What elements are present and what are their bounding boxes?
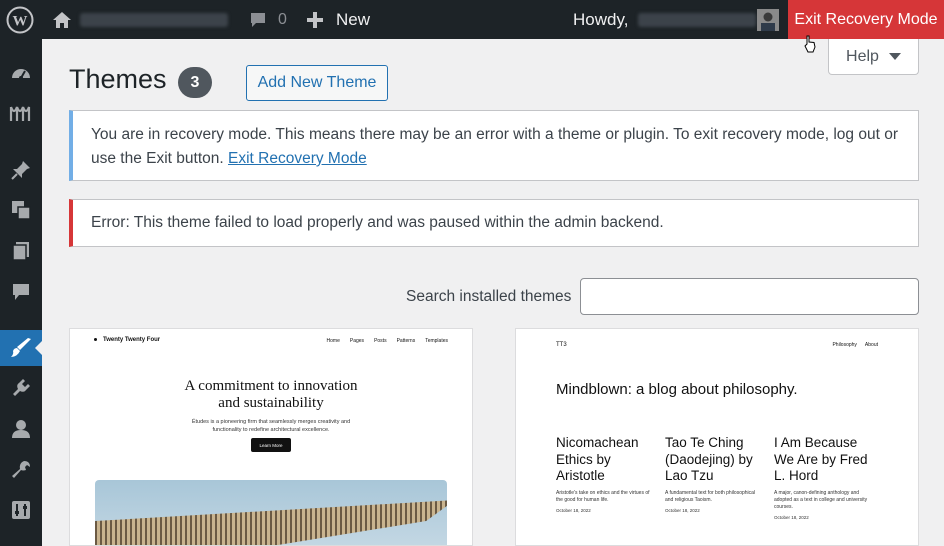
- users-icon[interactable]: [0, 411, 42, 447]
- theme-preview-posts: Nicomachean Ethics by Aristotle Aristotl…: [556, 435, 871, 520]
- comments-icon[interactable]: [0, 274, 42, 310]
- theme-preview-nav: Home Pages Posts Patterns Templates: [327, 338, 448, 344]
- new-label: New: [336, 9, 371, 29]
- posts-pin-icon[interactable]: [0, 152, 42, 188]
- nav-item: Patterns: [396, 338, 416, 344]
- theme-preview-nav: Philosophy About: [832, 342, 878, 348]
- search-themes-input[interactable]: [580, 278, 919, 315]
- theme-preview-image: [95, 480, 447, 545]
- post-excerpt: A major, canon-defining anthology and ad…: [774, 489, 868, 510]
- theme-preview-headline: Mindblown: a blog about philosophy.: [556, 381, 798, 398]
- nav-item: Templates: [425, 338, 448, 344]
- triangle-down-icon: [888, 53, 901, 60]
- theme-count-badge: 3: [178, 67, 212, 98]
- comments-count: 0: [278, 10, 287, 28]
- svg-text:W: W: [13, 13, 28, 29]
- add-new-theme-button[interactable]: Add New Theme: [246, 65, 388, 101]
- error-notice-text: Error: This theme failed to load properl…: [91, 214, 664, 231]
- media-icon[interactable]: [0, 192, 42, 228]
- recovery-mode-notice: You are in recovery mode. This means the…: [69, 110, 919, 181]
- wordpress-logo-icon[interactable]: W: [6, 0, 34, 39]
- comments-link[interactable]: 0: [248, 0, 287, 39]
- theme-error-notice: Error: This theme failed to load properl…: [69, 199, 919, 247]
- mouse-cursor-icon: [803, 35, 817, 58]
- site-name-link[interactable]: [80, 0, 228, 39]
- admin-sidebar: [0, 39, 43, 546]
- howdy-label: Howdy,: [573, 9, 629, 29]
- theme-card-twenty-twenty-four[interactable]: Twenty Twenty Four Home Pages Posts Patt…: [69, 328, 473, 546]
- help-tab-button[interactable]: Help: [828, 39, 919, 75]
- recovery-notice-text: You are in recovery mode. This means the…: [91, 126, 898, 167]
- post-excerpt: A fundamental text for both philosophica…: [665, 489, 756, 503]
- account-menu[interactable]: Howdy,: [573, 0, 757, 39]
- list-item: Tao Te Ching (Daodejing) by Lao Tzu A fu…: [665, 435, 762, 520]
- nav-item: About: [864, 342, 878, 348]
- post-excerpt: Aristotle's take on ethics and the virtu…: [556, 489, 650, 503]
- post-date: October 18, 2022: [774, 514, 809, 520]
- dashboard-icon[interactable]: [0, 56, 42, 92]
- headline-line-1: A commitment to innovation: [184, 378, 358, 394]
- nav-item: Posts: [374, 338, 387, 344]
- exit-recovery-mode-link[interactable]: Exit Recovery Mode: [228, 150, 367, 167]
- appearance-icon[interactable]: [0, 330, 43, 366]
- jetpack-icon[interactable]: [0, 96, 42, 132]
- search-themes-label: Search installed themes: [406, 288, 572, 305]
- plugins-icon[interactable]: [0, 370, 42, 406]
- new-content-link[interactable]: New: [306, 0, 370, 39]
- nav-item: Philosophy: [832, 342, 857, 348]
- theme-preview-headline: A commitment to innovation and sustainab…: [70, 378, 472, 412]
- comment-bubble-icon: [248, 10, 268, 30]
- home-icon[interactable]: [52, 0, 72, 39]
- tools-icon[interactable]: [0, 452, 42, 488]
- site-logo-dot-icon: [94, 337, 97, 341]
- pages-icon[interactable]: [0, 233, 42, 269]
- list-item: I Am Because We Are by Fred L. Hord A ma…: [774, 435, 871, 520]
- post-date: October 18, 2022: [556, 507, 591, 513]
- nav-item: Home: [326, 338, 340, 344]
- post-date: October 18, 2022: [665, 507, 700, 513]
- theme-preview-site-title: TT3: [556, 342, 567, 348]
- theme-preview-subtext: Études is a pioneering firm that seamles…: [191, 419, 351, 433]
- theme-card-tt3[interactable]: TT3 Philosophy About Mindblown: a blog a…: [515, 328, 919, 546]
- theme-preview-site-title: Twenty Twenty Four: [94, 337, 160, 343]
- avatar[interactable]: [757, 0, 779, 39]
- site-title-text: Twenty Twenty Four: [103, 337, 161, 343]
- exit-recovery-mode-button[interactable]: Exit Recovery Mode: [788, 0, 944, 39]
- help-label: Help: [846, 47, 879, 65]
- post-title: Nicomachean Ethics by Aristotle: [556, 435, 639, 483]
- headline-line-2: and sustainability: [218, 395, 324, 411]
- list-item: Nicomachean Ethics by Aristotle Aristotl…: [556, 435, 653, 520]
- admin-bar: W 0 New Howdy, Exit Recovery Mode: [0, 0, 944, 39]
- settings-icon[interactable]: [0, 492, 42, 528]
- theme-preview-button: Learn More: [251, 438, 291, 452]
- plus-icon: [306, 11, 324, 29]
- post-title: Tao Te Ching (Daodejing) by Lao Tzu: [665, 435, 753, 483]
- nav-item: Pages: [349, 338, 365, 344]
- post-title: I Am Because We Are by Fred L. Hord: [774, 435, 868, 483]
- page-title: Themes: [69, 64, 167, 94]
